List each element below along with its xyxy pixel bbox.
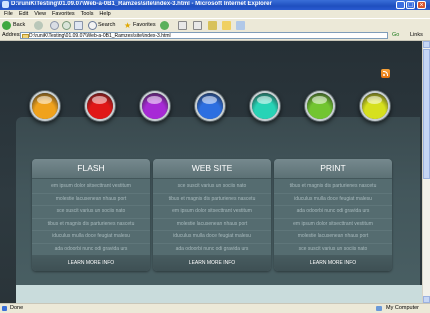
maximize-button[interactable]: □ — [406, 1, 415, 9]
column-flash: FLASH em ipsum dolor sitsecttrant vestit… — [32, 159, 150, 271]
links-button[interactable]: Links — [410, 32, 423, 38]
rss-icon[interactable] — [381, 69, 390, 78]
list-item[interactable]: iduculus mulla doce feugiat malesu — [153, 231, 271, 244]
scroll-down-button[interactable] — [423, 296, 430, 303]
address-bar: Address D:\runiK\Testing\01.09.07\Web-a-… — [0, 31, 430, 41]
scroll-up-button[interactable] — [423, 41, 430, 48]
learn-more-button[interactable]: LEARN MORE INFO — [32, 255, 150, 271]
column-title: WEB SITE — [153, 159, 271, 179]
nav-ball-button[interactable] — [87, 93, 113, 119]
page-viewport: FLASH em ipsum dolor sitsecttrant vestit… — [0, 41, 422, 303]
list-item[interactable]: iduculus mulla doce feugiat malesu — [32, 231, 150, 244]
refresh-icon[interactable] — [62, 21, 71, 30]
forward-arrow-icon[interactable] — [34, 21, 43, 30]
list-item[interactable]: ada odoorbi nunc odi gravida urs — [274, 206, 392, 219]
menu-bar: File Edit View Favorites Tools Help — [0, 10, 430, 18]
nav-ball-button[interactable] — [142, 93, 168, 119]
address-input[interactable]: D:\runiK\Testing\01.09.07\Web-a-0B1_Ramz… — [20, 32, 388, 39]
list-item[interactable]: molestie lacusenean nhaus port — [32, 194, 150, 206]
back-arrow-icon[interactable] — [2, 21, 11, 30]
minimize-button[interactable]: _ — [396, 1, 405, 9]
nav-ball-button[interactable] — [362, 93, 388, 119]
list-item[interactable]: tibus et magnis dis parturienes nascetu — [274, 181, 392, 194]
list-item[interactable]: em ipsum dolor sitsecttrant vestitum — [32, 181, 150, 194]
favorites-button[interactable]: Favorites — [133, 21, 156, 30]
nav-ball-button[interactable] — [197, 93, 223, 119]
scroll-thumb[interactable] — [423, 49, 430, 179]
messenger-icon[interactable] — [236, 21, 245, 30]
nav-ball-button[interactable] — [307, 93, 333, 119]
nav-ball-button[interactable] — [252, 93, 278, 119]
print-icon[interactable] — [193, 21, 202, 30]
window-title: D:\runiK\Testing\01.09.07\Web-a-0B1_Ramz… — [11, 1, 272, 7]
address-value: D:\runiK\Testing\01.09.07\Web-a-0B1_Ramz… — [29, 33, 171, 39]
favorites-star-icon[interactable]: ★ — [124, 21, 131, 30]
list-item[interactable]: sce suscit varius un sociis nato — [32, 206, 150, 219]
stop-icon[interactable] — [50, 21, 59, 30]
learn-more-button[interactable]: LEARN MORE INFO — [274, 255, 392, 271]
footer-band — [16, 285, 422, 303]
list-item[interactable]: molestie lacusenean nhaus port — [153, 219, 271, 231]
column-print: PRINT tibus et magnis dis parturienes na… — [274, 159, 392, 271]
go-button[interactable]: Go — [392, 32, 399, 38]
list-item[interactable]: em ipsum dolor sitsecttrant vestitum — [274, 219, 392, 231]
menu-help[interactable]: Help — [99, 10, 110, 18]
back-button[interactable]: Back — [13, 21, 25, 30]
edit-icon[interactable] — [208, 21, 217, 30]
menu-view[interactable]: View — [34, 10, 46, 18]
vertical-scrollbar[interactable] — [422, 41, 430, 303]
menu-tools[interactable]: Tools — [81, 10, 94, 18]
search-icon[interactable] — [88, 21, 97, 30]
list-item[interactable]: sce suscit varius un sociis nato — [153, 181, 271, 194]
nav-ball-button[interactable] — [32, 93, 58, 119]
column-title: FLASH — [32, 159, 150, 179]
media-icon[interactable] — [160, 21, 169, 30]
list-item[interactable]: tibus et magnis dis parturienes nascetu — [153, 194, 271, 206]
zone-text: My Computer — [386, 305, 420, 311]
menu-file[interactable]: File — [4, 10, 13, 18]
page-done-icon — [2, 306, 7, 311]
home-icon[interactable] — [74, 21, 83, 30]
menu-edit[interactable]: Edit — [19, 10, 28, 18]
list-item[interactable]: em ipsum dolor sitsecttrant vestitum — [153, 206, 271, 219]
window-titlebar[interactable]: D:\runiK\Testing\01.09.07\Web-a-0B1_Ramz… — [0, 0, 430, 10]
status-text: Done — [10, 305, 24, 311]
page-icon — [22, 34, 29, 38]
search-button[interactable]: Search — [98, 21, 115, 30]
folder-icon[interactable] — [222, 21, 231, 30]
learn-more-button[interactable]: LEARN MORE INFO — [153, 255, 271, 271]
close-button[interactable]: × — [417, 1, 426, 9]
ie-icon — [2, 1, 9, 8]
computer-icon — [376, 306, 382, 311]
list-item[interactable]: molestie lacusenean nhaus port — [274, 231, 392, 244]
list-item[interactable]: tibus et magnis dis parturienes nascetu — [32, 219, 150, 231]
column-title: PRINT — [274, 159, 392, 179]
list-item[interactable]: iduculus mulla doce feugiat malesu — [274, 194, 392, 206]
column-web-site: WEB SITE sce suscit varius un sociis nat… — [153, 159, 271, 271]
menu-favorites[interactable]: Favorites — [52, 10, 75, 18]
mail-icon[interactable] — [178, 21, 187, 30]
